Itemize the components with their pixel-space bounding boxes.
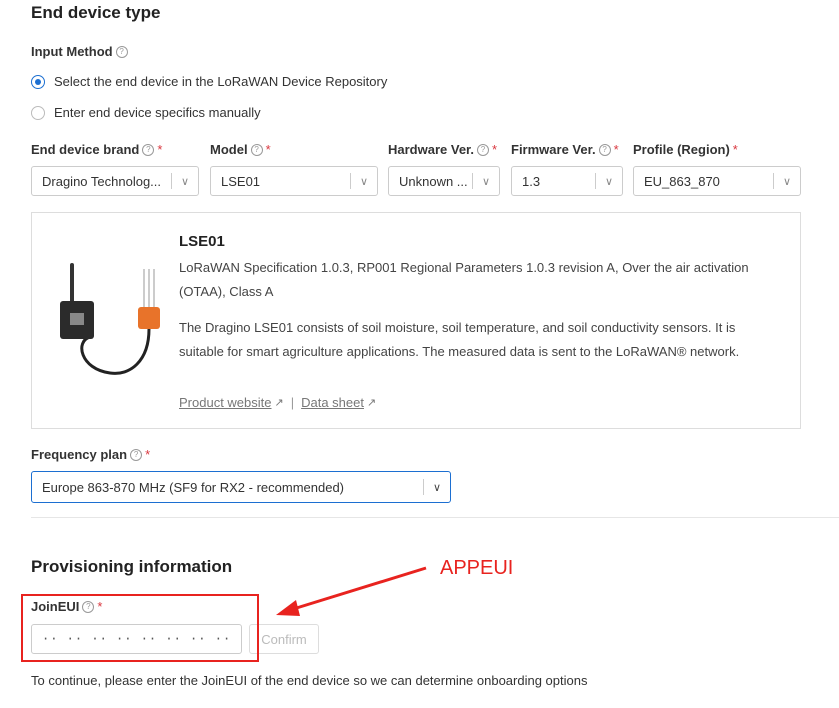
radio-button-checked[interactable] <box>31 74 45 89</box>
device-description-line2: suitable for smart agriculture applicati… <box>179 344 740 359</box>
chevron-down-icon[interactable]: ∨ <box>424 481 450 494</box>
device-info-card: LSE01 LoRaWAN Specification 1.0.3, RP001… <box>31 212 801 429</box>
help-icon[interactable]: ? <box>130 448 143 461</box>
confirm-button[interactable]: Confirm <box>249 624 319 654</box>
chevron-down-icon[interactable]: ∨ <box>473 175 499 188</box>
radio-manual-label: Enter end device specifics manually <box>54 105 261 120</box>
hardware-label-text: Hardware Ver. <box>388 142 474 157</box>
annotation-arrow-icon <box>276 566 427 616</box>
required-asterisk: * <box>157 142 163 157</box>
input-method-label-text: Input Method <box>31 44 113 59</box>
help-icon[interactable]: ? <box>598 143 611 156</box>
external-link-icon: ↗ <box>274 397 284 409</box>
chevron-down-icon[interactable]: ∨ <box>774 175 800 188</box>
section-divider <box>31 517 839 518</box>
frequency-plan-value: Europe 863-870 MHz (SF9 for RX2 - recomm… <box>42 479 345 495</box>
firmware-label: Firmware Ver. ? * <box>511 142 619 157</box>
brand-label-text: End device brand <box>31 142 140 157</box>
brand-label: End device brand ? * <box>31 142 162 157</box>
hardware-select[interactable]: Unknown ... ∨ <box>388 166 500 196</box>
radio-manual[interactable]: Enter end device specifics manually <box>31 105 261 120</box>
help-icon[interactable]: ? <box>477 143 489 156</box>
external-link-icon: ↗ <box>366 397 377 409</box>
profile-label: Profile (Region) * <box>633 142 738 157</box>
section-title-provisioning: Provisioning information <box>31 557 233 576</box>
antenna <box>70 263 74 303</box>
device-name: LSE01 <box>179 233 225 250</box>
profile-select[interactable]: EU_863_870 ∨ <box>633 166 801 196</box>
product-website-link[interactable]: Product website <box>179 395 272 410</box>
firmware-select-value: 1.3 <box>522 173 541 189</box>
help-icon[interactable]: ? <box>115 45 128 58</box>
frequency-plan-label-text: Frequency plan <box>31 447 128 462</box>
help-icon[interactable]: ? <box>250 143 263 156</box>
device-spec: LoRaWAN Specification 1.0.3, RP001 Regio… <box>179 260 749 275</box>
brand-select[interactable]: Dragino Technolog... ∨ <box>31 166 199 196</box>
model-label-text: Model <box>210 142 248 157</box>
hardware-label: Hardware Ver. ? * <box>388 142 497 157</box>
radio-button-unchecked[interactable] <box>31 105 45 120</box>
datasheet-link[interactable]: Data sheet <box>301 395 364 410</box>
device-image <box>60 263 160 375</box>
hardware-select-value: Unknown ... <box>399 173 468 189</box>
required-asterisk: * <box>613 142 619 157</box>
annotation-highlight-box <box>21 594 259 662</box>
annotation-label: APPEUI <box>440 557 514 579</box>
device-description: The Dragino LSE01 consists of soil moist… <box>179 320 736 335</box>
radio-repository[interactable]: Select the end device in the LoRaWAN Dev… <box>31 74 387 89</box>
frequency-plan-select[interactable]: Europe 863-870 MHz (SF9 for RX2 - recomm… <box>31 471 451 503</box>
section-title-device-type: End device type <box>31 3 161 22</box>
profile-select-value: EU_863_870 <box>644 173 720 189</box>
link-separator: | <box>290 395 295 410</box>
chevron-down-icon[interactable]: ∨ <box>172 175 198 188</box>
chevron-down-icon[interactable]: ∨ <box>351 175 377 188</box>
frequency-plan-label: Frequency plan ? * <box>31 447 150 462</box>
model-select[interactable]: LSE01 ∨ <box>210 166 378 196</box>
device-spec-line2: (OTAA), Class A <box>179 284 274 299</box>
chevron-down-icon[interactable]: ∨ <box>596 175 622 188</box>
model-select-value: LSE01 <box>221 173 261 189</box>
required-asterisk: * <box>145 447 151 462</box>
sensor-head <box>138 307 160 329</box>
help-icon[interactable]: ? <box>142 143 155 156</box>
required-asterisk: * <box>265 142 271 157</box>
firmware-select[interactable]: 1.3 ∨ <box>511 166 623 196</box>
profile-label-text: Profile (Region) <box>633 142 730 157</box>
required-asterisk: * <box>492 142 498 157</box>
input-method-label: Input Method ? <box>31 44 128 59</box>
radio-repository-label: Select the end device in the LoRaWAN Dev… <box>54 74 388 89</box>
brand-select-value: Dragino Technolog... <box>42 173 162 189</box>
required-asterisk: * <box>732 142 738 157</box>
model-label: Model ? * <box>210 142 271 157</box>
device-links: Product website ↗ | Data sheet ↗ <box>179 395 376 410</box>
firmware-label-text: Firmware Ver. <box>511 142 596 157</box>
device-label <box>70 313 84 325</box>
joineui-hint: To continue, please enter the JoinEUI of… <box>31 673 588 688</box>
